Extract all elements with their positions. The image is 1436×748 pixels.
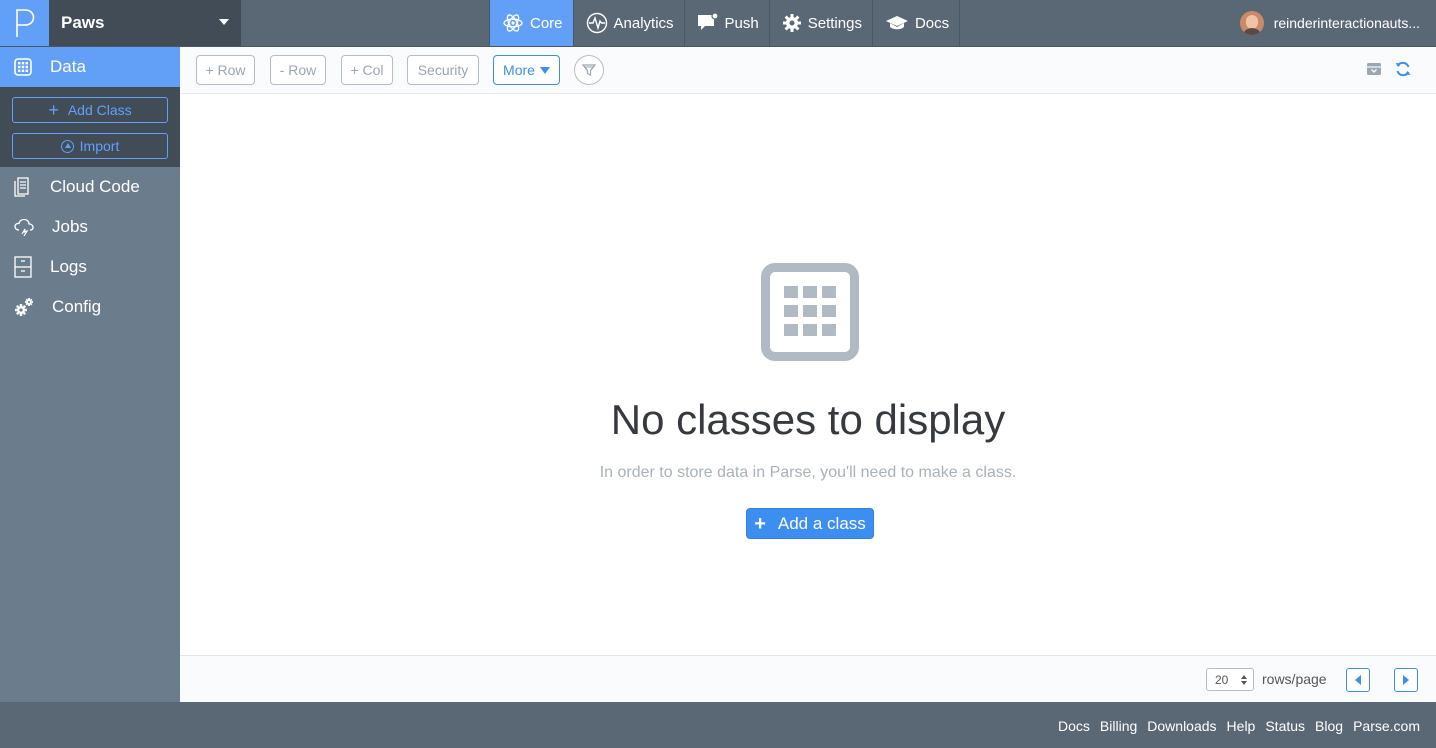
sidebar-item-label: Data xyxy=(50,57,86,76)
cabinet-icon xyxy=(14,256,32,278)
plus-icon: + xyxy=(48,100,59,120)
grid-icon xyxy=(761,263,859,361)
app-switcher[interactable]: Paws xyxy=(49,0,241,46)
add-a-class-button[interactable]: + Add a class xyxy=(746,508,874,539)
chevron-left-icon xyxy=(1355,675,1361,685)
user-menu[interactable]: reinderinteractionauts... xyxy=(1239,0,1420,46)
footer-link-docs[interactable]: Docs xyxy=(1058,718,1090,734)
nav-push[interactable]: Push xyxy=(685,0,770,46)
chevron-down-icon xyxy=(219,19,229,25)
security-button[interactable]: Security xyxy=(407,55,479,85)
cloud-sync-icon xyxy=(14,218,34,236)
footer-link-help[interactable]: Help xyxy=(1227,718,1256,734)
chat-bubble-icon xyxy=(697,13,719,30)
footer: Docs Billing Downloads Help Status Blog … xyxy=(0,702,1436,748)
import-button[interactable]: Import xyxy=(12,133,168,159)
sidebar: Data + Add Class Import Cloud Code Jobs xyxy=(0,47,180,702)
nav-push-label: Push xyxy=(724,14,759,32)
refresh-button[interactable] xyxy=(1395,61,1411,82)
user-name: reinderinteractionauts... xyxy=(1273,15,1420,31)
grid-squares xyxy=(784,286,836,336)
empty-state-description: In order to store data in Parse, you'll … xyxy=(599,464,1017,481)
pagination-bar: 20 rows/page xyxy=(180,655,1436,702)
nav-docs-label: Docs xyxy=(914,14,950,32)
add-class-button[interactable]: + Add Class xyxy=(12,97,168,123)
main-nav: Core Analytics Push Settings Docs xyxy=(489,0,961,46)
plus-icon: + xyxy=(754,512,766,535)
more-label: More xyxy=(503,62,535,78)
graduation-cap-icon xyxy=(885,16,908,30)
footer-link-parse[interactable]: Parse.com xyxy=(1353,718,1420,734)
parse-logo[interactable] xyxy=(0,0,49,46)
nav-core-label: Core xyxy=(530,14,563,32)
add-column-button[interactable]: + Col xyxy=(341,55,393,85)
footer-link-status[interactable]: Status xyxy=(1265,718,1305,734)
filter-button[interactable] xyxy=(574,55,604,85)
parse-logo-icon xyxy=(15,9,34,37)
sidebar-item-label: Config xyxy=(52,297,102,316)
archive-icon xyxy=(1367,63,1381,75)
gear-icon xyxy=(782,14,801,32)
footer-link-downloads[interactable]: Downloads xyxy=(1147,718,1216,734)
sidebar-item-jobs[interactable]: Jobs xyxy=(0,207,180,247)
chevron-down-icon xyxy=(539,66,550,74)
remove-row-button[interactable]: - Row xyxy=(270,55,326,85)
sidebar-item-logs[interactable]: Logs xyxy=(0,247,180,287)
footer-link-billing[interactable]: Billing xyxy=(1100,718,1137,734)
sidebar-item-cloud-code[interactable]: Cloud Code xyxy=(0,167,180,207)
previous-page-button[interactable] xyxy=(1346,668,1370,692)
add-class-label: Add Class xyxy=(67,102,132,118)
chevron-right-icon xyxy=(1403,675,1409,685)
next-page-button[interactable] xyxy=(1394,668,1418,692)
refresh-icon xyxy=(1395,61,1411,77)
sidebar-item-label: Cloud Code xyxy=(50,177,140,196)
nav-settings[interactable]: Settings xyxy=(770,0,873,46)
footer-link-blog[interactable]: Blog xyxy=(1315,718,1343,734)
empty-state: No classes to display In order to store … xyxy=(180,94,1436,655)
nav-core[interactable]: Core xyxy=(489,0,574,46)
empty-state-title: No classes to display xyxy=(610,396,1006,443)
data-submenu: + Add Class Import xyxy=(0,87,180,167)
select-arrows-icon xyxy=(1241,675,1247,685)
nav-analytics-label: Analytics xyxy=(613,14,674,32)
nav-docs[interactable]: Docs xyxy=(873,0,961,46)
grid-icon xyxy=(14,58,32,76)
sidebar-item-label: Logs xyxy=(50,257,87,276)
more-button[interactable]: More xyxy=(493,55,560,85)
import-label: Import xyxy=(79,138,120,154)
rows-per-page-label: rows/page xyxy=(1262,671,1327,687)
nav-settings-label: Settings xyxy=(807,14,862,32)
add-row-button[interactable]: + Row xyxy=(196,55,255,85)
pulse-icon xyxy=(586,12,607,34)
atom-icon xyxy=(503,14,523,32)
sidebar-item-data[interactable]: Data xyxy=(0,47,180,87)
top-bar: Paws Core Analytics Push Settings Docs r… xyxy=(0,0,1436,47)
footer-links: Docs Billing Downloads Help Status Blog … xyxy=(1048,718,1420,734)
add-a-class-label: Add a class xyxy=(777,513,866,533)
rows-per-page-value: 20 xyxy=(1215,672,1229,687)
archive-button[interactable] xyxy=(1366,61,1382,82)
upload-icon xyxy=(60,139,74,153)
avatar xyxy=(1239,11,1264,35)
app-name: Paws xyxy=(61,13,105,32)
browser-toolbar: + Row - Row + Col Security More xyxy=(180,47,1436,94)
filter-icon xyxy=(582,64,596,76)
document-icon xyxy=(14,177,29,197)
gears-icon xyxy=(15,298,33,316)
nav-analytics[interactable]: Analytics xyxy=(574,0,685,46)
sidebar-item-label: Jobs xyxy=(52,217,88,236)
rows-per-page-select[interactable]: 20 xyxy=(1206,668,1254,691)
sidebar-item-config[interactable]: Config xyxy=(0,287,180,327)
